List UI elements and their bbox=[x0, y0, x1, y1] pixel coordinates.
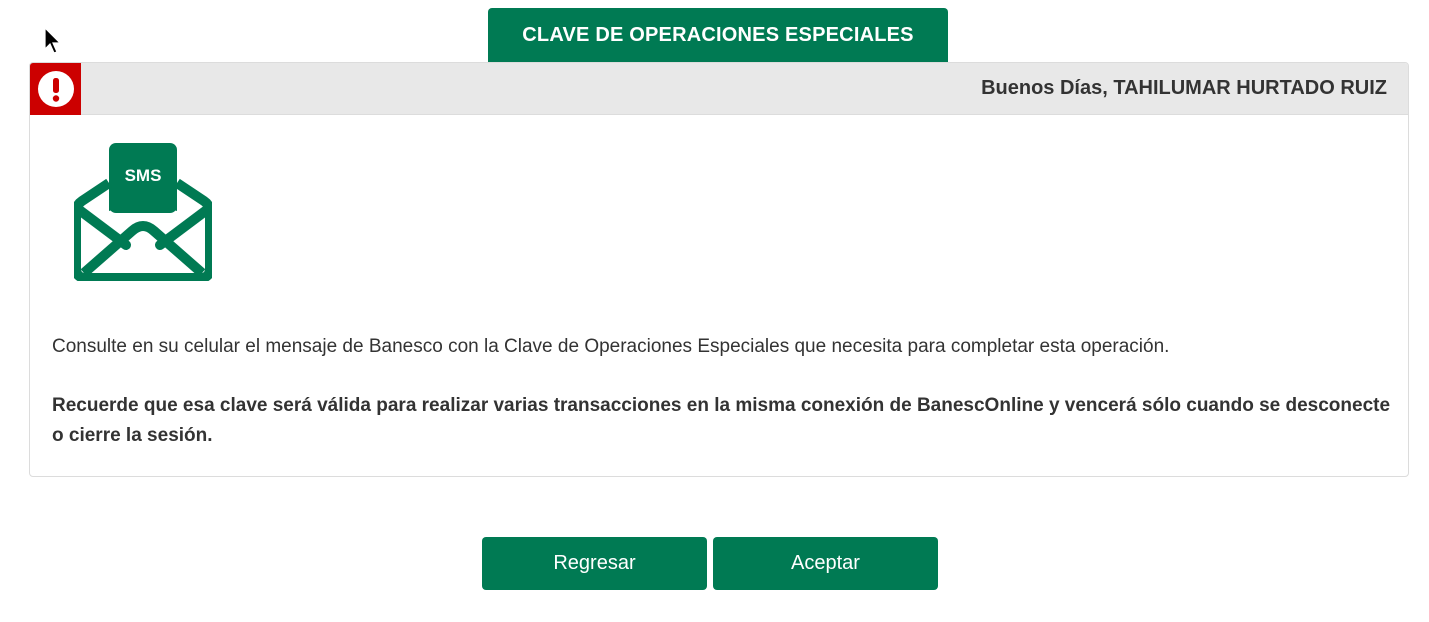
mouse-cursor-icon bbox=[44, 27, 62, 54]
user-greeting: Buenos Días, TAHILUMAR HURTADO RUIZ bbox=[981, 77, 1387, 99]
sms-envelope-icon: SMS bbox=[74, 143, 212, 281]
instruction-text: Consulte en su celular el mensaje de Ban… bbox=[52, 336, 1170, 357]
alert-badge bbox=[30, 63, 81, 115]
exclamation-circle-icon bbox=[37, 71, 74, 107]
sms-icon-label: SMS bbox=[125, 166, 162, 185]
panel-header: Buenos Días, TAHILUMAR HURTADO RUIZ bbox=[30, 63, 1408, 115]
page-title: CLAVE DE OPERACIONES ESPECIALES bbox=[488, 8, 948, 62]
info-panel: Buenos Días, TAHILUMAR HURTADO RUIZ SMS … bbox=[29, 62, 1409, 477]
reminder-text: Recuerde que esa clave será válida para … bbox=[52, 395, 1391, 446]
accept-button[interactable]: Aceptar bbox=[713, 537, 938, 590]
back-button[interactable]: Regresar bbox=[482, 537, 707, 590]
